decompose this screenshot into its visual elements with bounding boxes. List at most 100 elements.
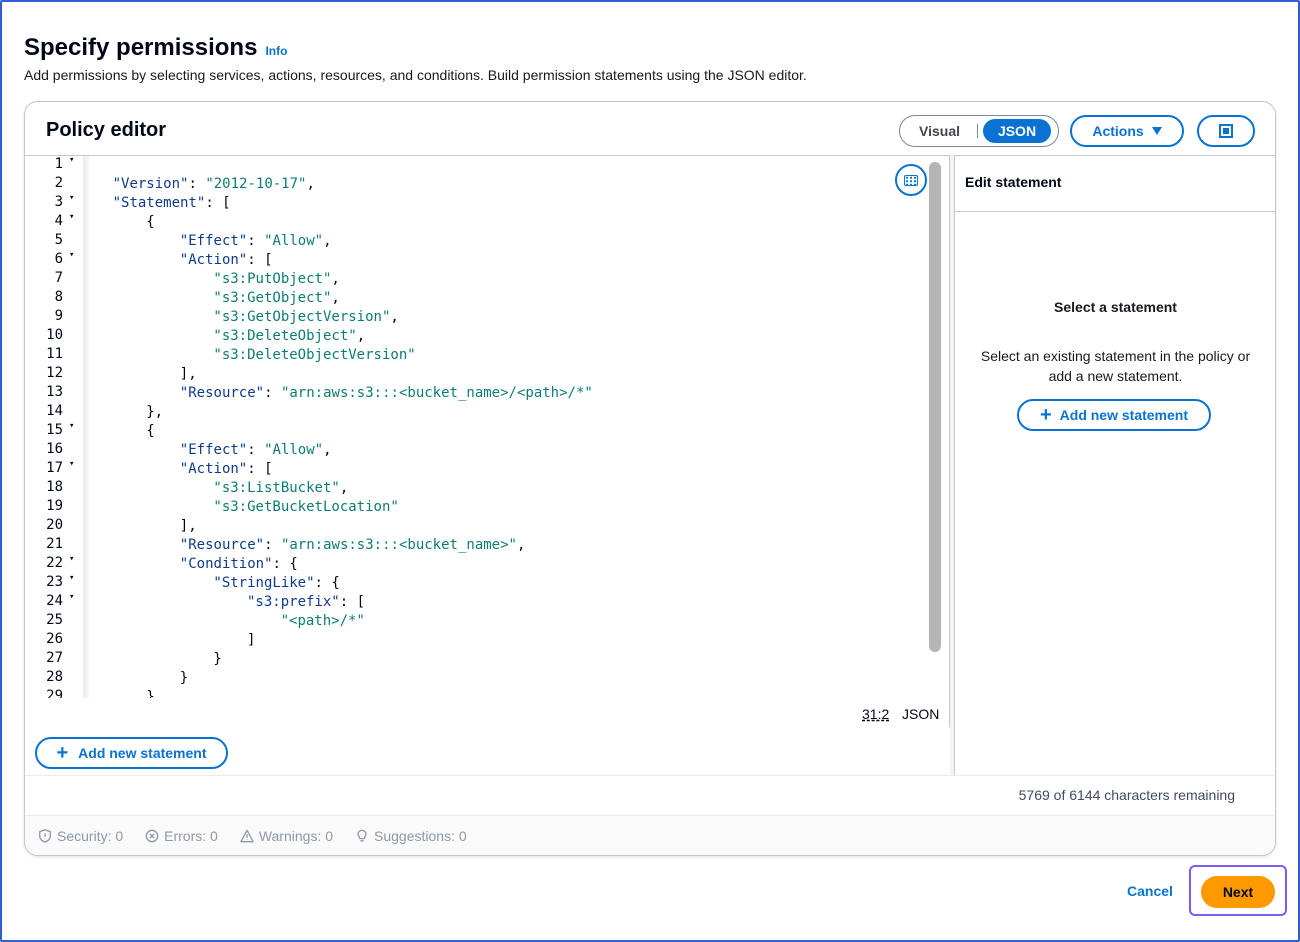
code-line[interactable]: "Statement": [: [113, 194, 231, 213]
caret-down-icon: [1151, 127, 1162, 135]
code-line[interactable]: "Action": [: [180, 251, 273, 270]
code-line[interactable]: }: [213, 650, 221, 669]
info-link[interactable]: Info: [265, 44, 287, 58]
json-code-editor[interactable]: 1 ▾ 2 3 ▾ 4 ▾ 5 6 ▾ 7 8 9 10 11 12 13 14 15 ▾ 16 17 ▾ 18 19 20 21 2…: [25, 155, 950, 727]
json-punctuation: :: [264, 537, 281, 553]
cursor-position[interactable]: 31:2: [862, 706, 889, 722]
code-line[interactable]: "Effect": "Allow",: [180, 441, 332, 460]
suggestions-count[interactable]: Suggestions: 0: [355, 828, 467, 844]
warnings-label: Warnings: 0: [258, 827, 334, 844]
fold-toggle-icon[interactable]: ▾: [69, 554, 74, 564]
code-line[interactable]: ],: [180, 517, 197, 536]
add-new-statement-button[interactable]: + Add new statement: [35, 737, 228, 769]
line-number-text: 23: [46, 574, 63, 590]
code-line[interactable]: "s3:ListBucket",: [213, 479, 348, 498]
fold-toggle-icon[interactable]: ▾: [69, 212, 74, 222]
editor-scrollbar[interactable]: [929, 162, 941, 652]
json-string: "Allow": [264, 233, 324, 249]
mode-visual-button[interactable]: Visual: [902, 123, 978, 139]
line-number-text: 10: [46, 327, 63, 343]
json-key: "Effect": [179, 233, 248, 249]
cancel-button[interactable]: Cancel: [1127, 883, 1173, 899]
mode-json-button[interactable]: JSON: [983, 119, 1051, 143]
editor-mode-toggle: Visual JSON: [899, 115, 1059, 147]
code-line[interactable]: "Resource": "arn:aws:s3:::<bucket_name>"…: [180, 536, 526, 555]
code-line[interactable]: "Condition": {: [180, 555, 298, 574]
code-line[interactable]: "s3:DeleteObject",: [213, 327, 365, 346]
line-number: 20: [25, 517, 83, 536]
policy-editor-card: Policy editor Visual JSON Actions 1 ▾ 2 3 ▾ 4…: [24, 101, 1276, 856]
security-count[interactable]: Security: 0: [38, 828, 123, 844]
line-number: 27: [25, 650, 83, 669]
code-line[interactable]: "Effect": "Allow",: [180, 232, 332, 251]
json-key: "Effect": [179, 442, 248, 458]
json-punctuation: :: [247, 442, 265, 458]
code-line[interactable]: ]: [247, 631, 255, 650]
code-line[interactable]: "s3:DeleteObjectVersion": [213, 346, 415, 365]
errors-count[interactable]: Errors: 0: [145, 828, 218, 844]
json-string: "s3:GetObjectVersion": [213, 309, 391, 325]
line-number-text: 27: [46, 650, 63, 666]
suggestions-label: Suggestions: 0: [374, 827, 467, 844]
panel-add-new-statement-button[interactable]: + Add new statement: [1017, 399, 1211, 431]
json-punctuation: }: [213, 651, 222, 667]
policy-editor-title: Policy editor: [46, 119, 167, 141]
line-number-text: 2: [54, 175, 63, 191]
line-number-text: 1: [54, 156, 63, 172]
plus-icon: +: [56, 742, 69, 764]
code-line[interactable]: "s3:prefix": [: [247, 593, 365, 612]
code-line[interactable]: "<path>/*": [281, 612, 365, 631]
fold-toggle-icon[interactable]: ▾: [69, 250, 74, 260]
json-punctuation: :: [264, 385, 281, 401]
fold-toggle-icon[interactable]: ▾: [69, 421, 74, 431]
code-line[interactable]: "s3:GetBucketLocation": [213, 498, 398, 517]
fold-toggle-icon[interactable]: ▾: [69, 573, 74, 583]
json-string: "s3:ListBucket": [213, 480, 340, 496]
code-line[interactable]: }: [146, 688, 154, 698]
line-number-text: 28: [46, 669, 63, 685]
json-string: "s3:GetBucketLocation": [213, 499, 399, 515]
next-button[interactable]: Next: [1201, 876, 1275, 908]
json-punctuation: : [: [339, 594, 366, 610]
line-number-text: 16: [46, 441, 63, 457]
fold-toggle-icon[interactable]: ▾: [69, 592, 74, 602]
code-line[interactable]: }: [180, 669, 188, 688]
code-line[interactable]: "s3:GetObject",: [213, 289, 339, 308]
code-line[interactable]: "s3:GetObjectVersion",: [213, 308, 398, 327]
code-line[interactable]: "StringLike": {: [213, 574, 339, 593]
json-punctuation: ]: [247, 632, 256, 648]
code-line[interactable]: {: [146, 422, 154, 441]
fullscreen-button[interactable]: [1197, 115, 1255, 147]
code-line[interactable]: "Version": "2012-10-17",: [113, 175, 315, 194]
code-line[interactable]: },: [146, 403, 163, 422]
line-number-text: 9: [54, 308, 63, 324]
code-line[interactable]: ],: [180, 365, 197, 384]
errors-label: Errors: 0: [164, 827, 218, 844]
line-number-text: 14: [46, 403, 63, 419]
characters-remaining: 5769 of 6144 characters remaining: [1018, 787, 1235, 803]
json-string: "s3:PutObject": [213, 271, 332, 287]
line-number: 6 ▾: [25, 250, 83, 270]
line-number: 1 ▾: [25, 156, 83, 175]
actions-dropdown-button[interactable]: Actions: [1070, 115, 1184, 147]
line-number: 2: [25, 175, 83, 194]
json-punctuation: {: [146, 423, 155, 439]
keyboard-shortcuts-button[interactable]: [895, 164, 927, 196]
code-content[interactable]: "Version": "2012-10-17", "Statement": [{"…: [89, 156, 929, 698]
code-line[interactable]: "Action": [: [180, 460, 273, 479]
code-line[interactable]: "s3:PutObject",: [213, 270, 339, 289]
warnings-count[interactable]: Warnings: 0: [240, 828, 333, 844]
add-statement-label: Add new statement: [78, 745, 207, 761]
fold-toggle-icon[interactable]: ▾: [69, 156, 74, 165]
fold-toggle-icon[interactable]: ▾: [69, 459, 74, 469]
json-punctuation: : [: [205, 195, 231, 211]
fold-toggle-icon[interactable]: ▾: [69, 193, 74, 203]
edit-statement-header: Edit statement: [955, 156, 1276, 212]
json-key: "Resource": [179, 385, 265, 401]
code-line[interactable]: {: [146, 213, 154, 232]
line-number: 15 ▾: [25, 421, 83, 441]
code-line[interactable]: "Resource": "arn:aws:s3:::<bucket_name>/…: [180, 384, 593, 403]
line-number-text: 24: [46, 593, 63, 609]
scroll-thumb[interactable]: [929, 162, 941, 652]
json-punctuation: ],: [179, 518, 197, 534]
